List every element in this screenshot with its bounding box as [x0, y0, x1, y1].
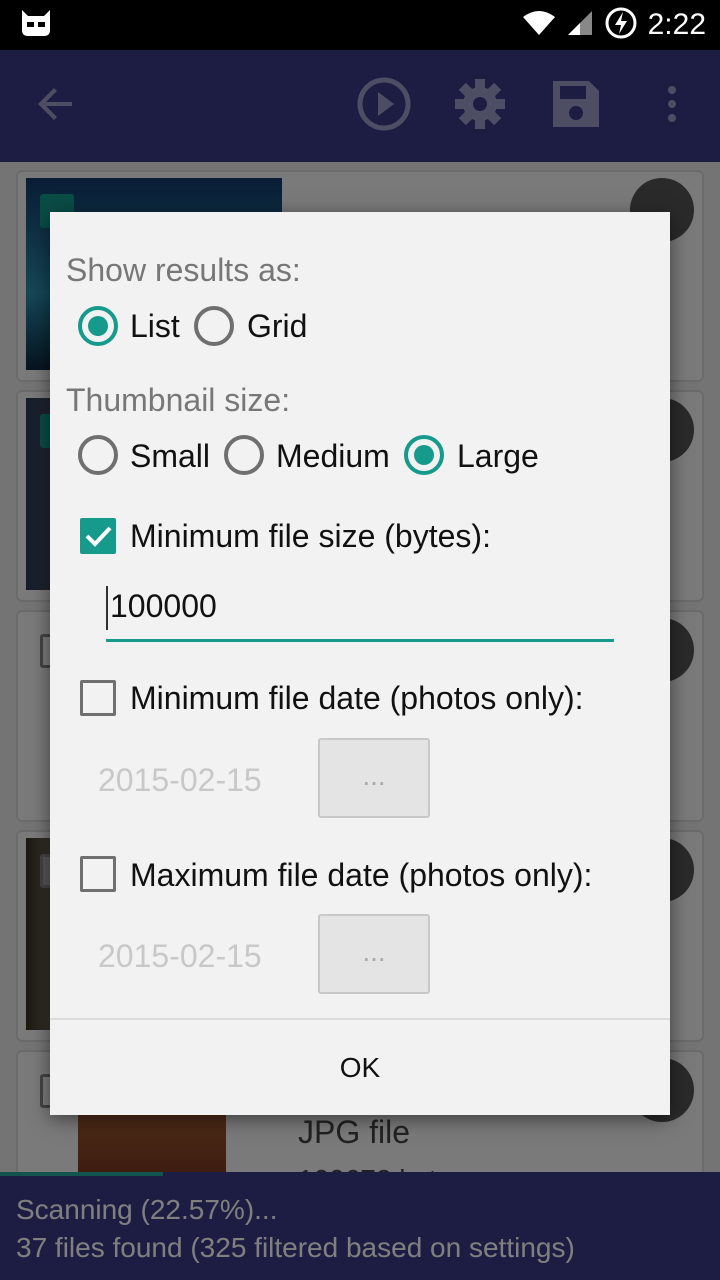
min-date-checkbox[interactable] — [80, 680, 116, 716]
cyanogen-mascot-icon — [18, 8, 54, 43]
settings-dialog: Show results as: List Grid Thumbnail siz… — [50, 212, 670, 1115]
cell-signal-icon — [566, 9, 594, 42]
status-bar: 2:22 — [0, 0, 720, 50]
radio-medium-label[interactable]: Medium — [276, 438, 390, 475]
radio-medium[interactable] — [224, 435, 264, 475]
clock: 2:22 — [647, 8, 706, 41]
min-size-checkbox[interactable] — [80, 518, 116, 554]
ok-button[interactable]: OK — [50, 1020, 670, 1115]
radio-grid[interactable] — [194, 306, 234, 346]
min-date-label[interactable]: Minimum file date (photos only): — [130, 680, 584, 717]
thumbnail-size-heading: Thumbnail size: — [66, 382, 291, 418]
radio-grid-label[interactable]: Grid — [247, 308, 307, 345]
radio-large-label[interactable]: Large — [457, 438, 539, 475]
min-date-value: 2015-02-15 — [98, 762, 262, 798]
max-date-label[interactable]: Maximum file date (photos only): — [130, 857, 592, 894]
radio-small-label[interactable]: Small — [130, 438, 210, 475]
radio-list-label[interactable]: List — [130, 308, 180, 345]
battery-charging-icon — [604, 6, 638, 45]
min-date-picker-button[interactable]: ... — [318, 738, 430, 818]
max-date-checkbox[interactable] — [80, 856, 116, 892]
radio-small[interactable] — [78, 435, 118, 475]
min-size-field-wrapper — [106, 570, 614, 642]
radio-large[interactable] — [404, 435, 444, 475]
radio-list[interactable] — [78, 306, 118, 346]
min-size-input[interactable] — [106, 576, 614, 636]
show-results-heading: Show results as: — [66, 252, 301, 288]
min-size-label[interactable]: Minimum file size (bytes): — [130, 518, 491, 555]
max-date-picker-button[interactable]: ... — [318, 914, 430, 994]
max-date-value: 2015-02-15 — [98, 938, 262, 974]
wifi-icon — [522, 9, 556, 42]
